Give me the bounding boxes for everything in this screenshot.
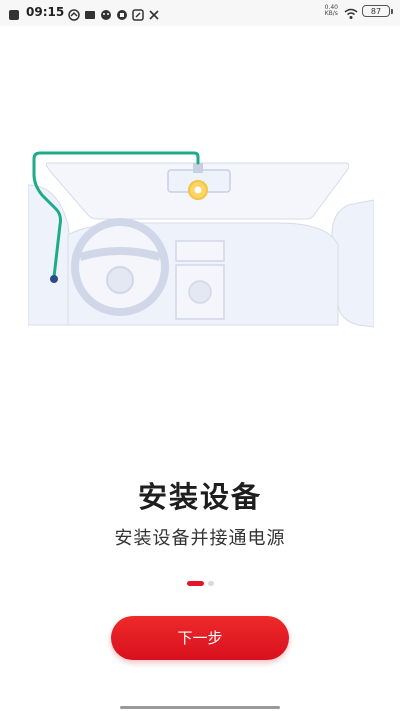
next-button[interactable]: 下一步 [111,616,289,660]
pig-icon [100,6,112,20]
notification-icon [8,6,20,20]
page-dot [207,581,214,586]
home-indicator[interactable] [120,706,280,709]
car-install-illustration [28,151,374,328]
status-bar: 09:15 0.40 KB/s 87 [0,0,400,26]
page-dot-active [186,581,204,586]
book-icon [68,6,80,21]
settings-tools-icon [148,6,160,20]
console-knob [188,280,212,304]
status-time: 09:15 [26,5,65,19]
battery-indicator: 87 [362,5,393,17]
page-title: 安装设备 [137,480,262,514]
center-console-top [175,240,225,262]
page-indicator [0,581,400,586]
net-speed-unit: KB/s [324,10,338,17]
status-left: 09:15 [8,5,160,21]
power-plug [50,275,58,283]
wifi-icon [344,5,358,19]
page-subtitle: 安装设备并接通电源 [114,528,286,549]
status-right: 0.40 KB/s 87 [325,5,393,19]
net-speed: 0.40 KB/s [325,5,338,17]
tools-icon [132,6,144,21]
steering-hub [106,266,134,294]
chat-icon [84,6,96,19]
square-app-icon [116,6,128,20]
